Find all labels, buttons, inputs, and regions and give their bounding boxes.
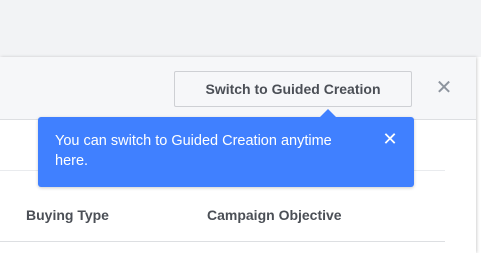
guided-creation-tooltip: You can switch to Guided Creation anytim… bbox=[38, 109, 414, 187]
page: Switch to Guided Creation ✕ Buying Type … bbox=[0, 0, 481, 253]
column-header-buying-type: Buying Type bbox=[26, 207, 109, 223]
close-icon[interactable]: ✕ bbox=[432, 76, 456, 100]
tooltip-message: You can switch to Guided Creation anytim… bbox=[55, 133, 332, 169]
tooltip-close-icon[interactable]: ✕ bbox=[378, 127, 402, 151]
switch-to-guided-creation-button[interactable]: Switch to Guided Creation bbox=[174, 71, 412, 107]
background-overlay bbox=[0, 0, 481, 57]
divider bbox=[0, 241, 445, 242]
column-header-campaign-objective: Campaign Objective bbox=[207, 207, 342, 223]
tooltip-arrow bbox=[320, 109, 336, 117]
dialog-header: Switch to Guided Creation ✕ bbox=[0, 57, 476, 120]
